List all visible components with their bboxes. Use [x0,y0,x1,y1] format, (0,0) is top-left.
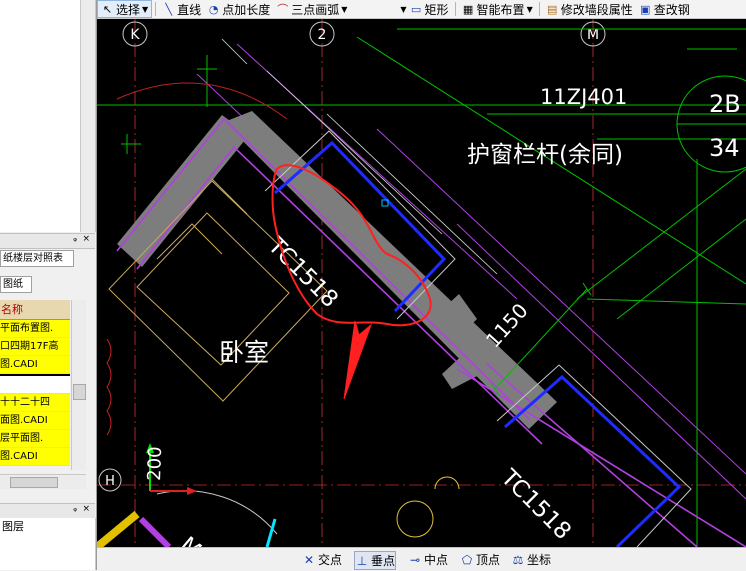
cursor-icon: ↖ [102,2,113,16]
check-rebar-button[interactable]: ▣ 查改钢 [636,0,693,18]
list-item[interactable] [0,374,70,394]
purple-guides [196,43,746,500]
list-item[interactable]: 面图.CADI [0,412,70,430]
snap-coordinate-button[interactable]: ⚖ 坐标 [511,551,551,568]
midpoint-icon: ⊸ [409,552,421,567]
arc-line [116,82,288,120]
list-item[interactable]: 层平面图. [0,430,70,448]
svg-text:H: H [105,474,115,489]
chevron-down-icon[interactable]: ▼ [527,5,533,14]
snap-intersection-button[interactable]: ✕ 交点 [302,551,342,568]
list-item[interactable]: 图.CADI [0,448,70,466]
tab-drawings[interactable]: 图纸 [0,276,32,293]
toolbar-divider [538,2,540,16]
cad-drawing[interactable]: K 2 M H 2B 34 200 1150 11ZJ401 护窗栏杆(余同) … [97,19,746,547]
layers-label: 图层 [2,520,24,533]
svg-text:K: K [130,27,140,43]
close-icon[interactable]: × [82,504,90,514]
grid-icon: ▦ [462,2,474,16]
top-panel [0,0,81,232]
wall-edit-icon: ▤ [547,2,558,16]
window-tc1518-lower [504,374,682,547]
coordinate-icon: ⚖ [512,552,524,567]
drawing-panel-title: ᵩ × [0,233,95,249]
rectangle-button[interactable]: ▭ 矩形 [407,0,452,18]
select-button[interactable]: ↖ 选择 ▼ [97,0,153,18]
snap-vertex-button[interactable]: ⬠ 顶点 [460,551,500,568]
bed [108,178,328,402]
curtain-line [106,338,112,436]
axis-bubble-h: H [98,468,122,492]
close-icon[interactable]: × [82,234,90,244]
svg-text:1150: 1150 [481,298,533,352]
layer-panel: 图层 [0,518,96,570]
scroll-thumb[interactable] [10,477,58,488]
layer-panel-title: ᵩ × [0,503,95,519]
list-horizontal-scrollbar[interactable] [0,474,86,489]
rectangle-icon: ▭ [410,2,422,16]
annotation-label: 护窗栏杆(余同) [467,142,623,168]
dim-200: 200 [144,446,166,481]
top-panel-scroll[interactable] [81,0,96,232]
snap-midpoint-button[interactable]: ⊸ 中点 [408,551,448,568]
point-length-icon: ◔ [208,2,219,16]
draw-toolbar: ↖ 选择 ▼ ╲ 直线 ◔ 点加长度 ⌒ 三点画弧 ▼ ▼ ▭ 矩形 ▦ 智能布置 ▼… [97,0,746,19]
three-point-arc-button[interactable]: ⌒ 三点画弧 ▼ [273,0,350,18]
atlas-code-label: 11ZJ401 [540,85,627,109]
toolbar-divider [454,2,456,16]
wall-outline [116,117,746,547]
left-dock: ᵩ × 纸楼层对照表 图纸 名称 平面布置图. 口四期17F高 图.CADI 十… [0,0,97,570]
cad-canvas[interactable]: K 2 M H 2B 34 200 1150 11ZJ401 护窗栏杆(余同) … [97,19,746,547]
pin-icon[interactable]: ᵩ [73,504,77,514]
svg-text:2: 2 [318,27,327,43]
line-icon: ╲ [165,2,172,16]
list-item[interactable]: 图.CADI [0,356,70,374]
list-header: 名称 [0,300,70,320]
tab-floor-table[interactable]: 纸楼层对照表 [0,250,74,267]
point-length-button[interactable]: ◔ 点加长度 [204,0,273,18]
drawing-list: 名称 平面布置图. 口四期17F高 图.CADI 十十二十四 面图.CADI 层… [0,300,70,466]
vertex-icon: ⬠ [461,552,473,567]
exterior-wall-upper [117,115,249,267]
partial-label: M [175,532,206,547]
intersection-icon: ✕ [303,552,315,567]
list-item[interactable]: 平面布置图. [0,320,70,338]
snap-bar: ✕ 交点 ⊥ 垂点 ⊸ 中点 ⬠ 顶点 ⚖ 坐标 [97,547,746,571]
room-label: 卧室 [219,338,269,367]
smart-layout-button[interactable]: ▦ 智能布置 ▼ [459,0,536,18]
detail-callout: 2B 34 [676,75,746,173]
svg-text:34: 34 [709,134,740,162]
list-item[interactable]: 十十二十四 [0,394,70,412]
line-button[interactable]: ╲ 直线 [159,0,204,18]
list-item[interactable]: 口四期17F高 [0,338,70,356]
window-label-upper: TC1518 [262,232,343,313]
svg-text:2B: 2B [709,90,741,118]
edit-wall-button[interactable]: ▤ 修改墙段属性 [543,0,636,18]
pin-icon[interactable]: ᵩ [73,234,77,244]
chevron-down-icon[interactable]: ▼ [341,5,347,14]
toolbar-divider [155,2,157,16]
arc-icon: ⌒ [277,2,289,16]
window-label-lower: TC1518 [495,464,576,545]
perpendicular-icon: ⊥ [356,553,368,568]
snap-perpendicular-button[interactable]: ⊥ 垂点 [354,551,397,570]
list-vertical-scrollbar[interactable] [71,300,86,470]
check-icon: ▣ [640,2,651,16]
scroll-thumb[interactable] [73,384,86,400]
chevron-down-icon[interactable]: ▼ [142,5,148,14]
